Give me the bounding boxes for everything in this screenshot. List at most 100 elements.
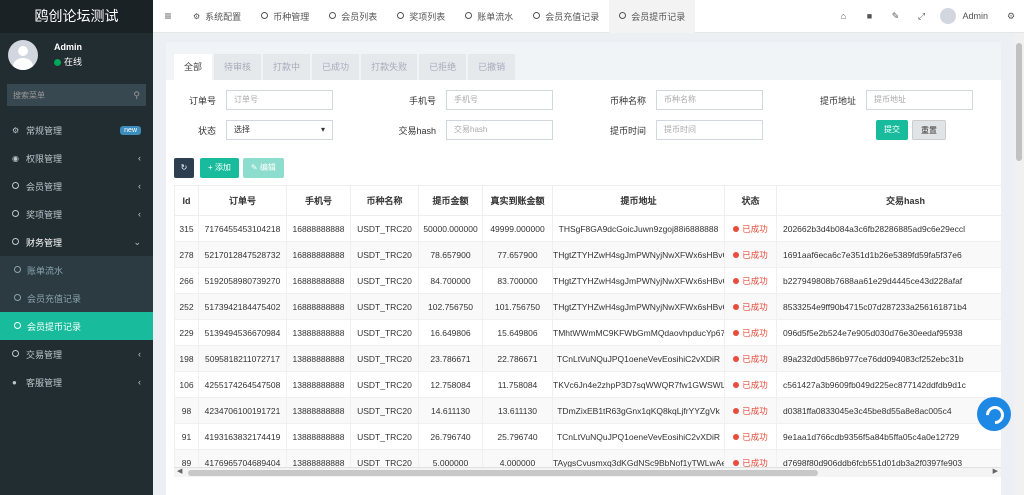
caret-down-icon: ▾ [320,125,325,134]
col-status[interactable]: 状态 [724,185,777,216]
horizontal-scrollbar[interactable]: ◀ ▶ [174,467,1001,477]
sidebar-subitem-bills[interactable]: 账单流水 [0,256,153,284]
hash-input[interactable]: 交易hash [446,120,553,140]
table-cell: d0381ffa0833045e3c45be8d55a8e8ac005c4 [776,397,1001,424]
sidebar-item-members[interactable]: 会员管理 ‹ [0,172,153,200]
sidebar-item-service[interactable]: ● 客服管理 ‹ [0,368,153,396]
avatar[interactable] [940,8,957,24]
table-row[interactable]: 198 5095818211072717 13888888888 USDT_TRC20… [174,345,1001,372]
table-row[interactable]: 315 7176455453104218 16888888888 USDT_TRC20… [174,215,1001,242]
order-input[interactable]: 订单号 [226,90,333,110]
tab-award-list[interactable]: 奖项列表 [387,0,455,33]
table-row[interactable]: 98 4234706100191721 13888888888 USDT_TRC20 1… [174,397,1001,424]
menu-search[interactable]: 搜索菜单 ⚲ [7,84,146,106]
status-dot-icon [733,303,740,310]
app-title[interactable]: 鸥创论坛测试 [0,0,153,33]
col-address[interactable]: 提币地址 [552,185,725,216]
col-hash[interactable]: 交易hash [776,185,1001,216]
status-dot-icon [733,355,740,362]
filter-tab-paying[interactable]: 打款中 [263,54,311,80]
search-icon[interactable]: ⚲ [133,90,140,101]
currency-input[interactable]: 币种名称 [656,90,763,110]
withdraw-table: Id 订单号 手机号 币种名称 提币金额 真实到账金额 提币地址 状态 交易ha… [174,185,1001,482]
sidebar-item-permission[interactable]: ◉ 权限管理 ‹ [0,144,153,172]
table-cell: 13888888888 [286,319,351,346]
filter-tab-all[interactable]: 全部 [174,54,213,80]
table-row[interactable]: 266 5192058980739270 16888888888 USDT_TRC20… [174,267,1001,294]
chat-float-button[interactable] [977,397,1011,431]
filter-tab-failed[interactable]: 打款失败 [361,54,418,80]
filter-tab-revoked[interactable]: 已撤销 [468,54,516,80]
tab-recharge[interactable]: 会员充值记录 [523,0,609,33]
scroll-right-icon[interactable]: ▶ [993,467,998,475]
status-cell: 已成功 [724,345,777,372]
table-row[interactable]: 278 5217012847528732 16888888888 USDT_TRC20… [174,241,1001,268]
filter-tab-pending[interactable]: 待审核 [214,54,262,80]
scroll-thumb[interactable] [188,470,818,476]
table-cell: 5192058980739270 [198,267,287,294]
status-dot-icon [733,433,740,440]
status-dot-icon [733,329,740,336]
address-input[interactable]: 提币地址 [866,90,973,110]
sidebar-item-trade[interactable]: 交易管理 ‹ [0,340,153,368]
sidebar-item-finance[interactable]: 财务管理 ⌄ [0,228,153,256]
add-button[interactable]: + 添加 [200,158,239,178]
status-cell: 已成功 [724,397,777,424]
tab-bills[interactable]: 账单流水 [455,0,523,33]
reset-button[interactable]: 重置 [912,120,946,140]
translate-icon[interactable]: ✎ [882,11,908,22]
phone-input[interactable]: 手机号 [446,90,553,110]
tab-system-config[interactable]: ⚙ 系统配置 [183,0,251,33]
col-real-amount[interactable]: 真实到账金额 [482,185,553,216]
table-cell: 14.611130 [418,397,483,424]
gears-icon[interactable]: ⚙ [998,11,1024,22]
table-cell: 50000.000000 [418,215,483,242]
vertical-scrollbar[interactable] [1014,33,1024,495]
table-cell: b227949808b7688aa61e29d4445ce43d228afaf [776,267,1001,294]
table-cell: 89a232d0d586b977ce76dd094083cf252ebc31b [776,345,1001,372]
fullscreen-icon[interactable]: ⤢ [908,11,934,22]
col-order[interactable]: 订单号 [198,185,287,216]
circle-icon [12,349,26,359]
time-input[interactable]: 提币时间 [656,120,763,140]
col-phone[interactable]: 手机号 [286,185,351,216]
table-cell: 5095818211072717 [198,345,287,372]
filter-tab-success[interactable]: 已成功 [312,54,360,80]
table-cell: 7176455453104218 [198,215,287,242]
trash-icon[interactable]: ■ [856,11,882,21]
chevron-left-icon: ‹ [138,181,141,191]
col-id[interactable]: Id [174,185,199,216]
table-row[interactable]: 229 5139494536670984 13888888888 USDT_TRC20… [174,319,1001,346]
table-row[interactable]: 252 5173942184475402 16888888888 USDT_TRC20… [174,293,1001,320]
tab-member-list[interactable]: 会员列表 [319,0,387,33]
table-cell: 26.796740 [418,423,483,450]
avatar [8,40,38,70]
submit-button[interactable]: 提交 [876,120,908,140]
table-row[interactable]: 106 4255174264547508 13888888888 USDT_TRC20… [174,371,1001,398]
plus-icon: + [208,163,215,172]
vertical-scroll-thumb[interactable] [1016,43,1022,161]
refresh-button[interactable]: ↻ [174,158,194,178]
table-row[interactable]: 91 4193163832174419 13888888888 USDT_TRC20 2… [174,423,1001,450]
sidebar-subitem-recharge[interactable]: 会员充值记录 [0,284,153,312]
table-cell: TMhtWWmMC9KFWbGmMQdaovhpducYp67Cgp [552,319,725,346]
tab-withdraw[interactable]: 会员提币记录 [609,0,696,33]
table-cell: 202662b3d4b084a3c6fb28286885ad9c6e29eccl [776,215,1001,242]
table-cell: TDmZixEB1tR63gGnx1qKQ8kqLjfrYYZgVk [552,397,725,424]
table-cell: USDT_TRC20 [350,267,419,294]
topbar-user-name[interactable]: Admin [962,11,988,21]
filter-tab-rejected[interactable]: 已拒绝 [419,54,467,80]
scroll-left-icon[interactable]: ◀ [177,467,182,475]
tab-currency[interactable]: 币种管理 [251,0,319,33]
home-icon[interactable]: ⌂ [830,11,856,21]
sidebar-item-awards[interactable]: 奖项管理 ‹ [0,200,153,228]
edit-button[interactable]: ✎ 编辑 [242,158,284,178]
sidebar-subitem-withdraw[interactable]: 会员提币记录 [0,312,153,340]
menu-search-input[interactable]: 搜索菜单 [13,90,133,101]
menu-toggle-icon[interactable]: ≡ [153,9,183,23]
order-label: 订单号 [188,95,216,106]
sidebar-item-general[interactable]: ⚙ 常规管理 new [0,116,153,144]
col-amount[interactable]: 提币金额 [418,185,483,216]
status-select[interactable]: 选择 ▾ [226,120,333,140]
col-currency[interactable]: 币种名称 [350,185,419,216]
